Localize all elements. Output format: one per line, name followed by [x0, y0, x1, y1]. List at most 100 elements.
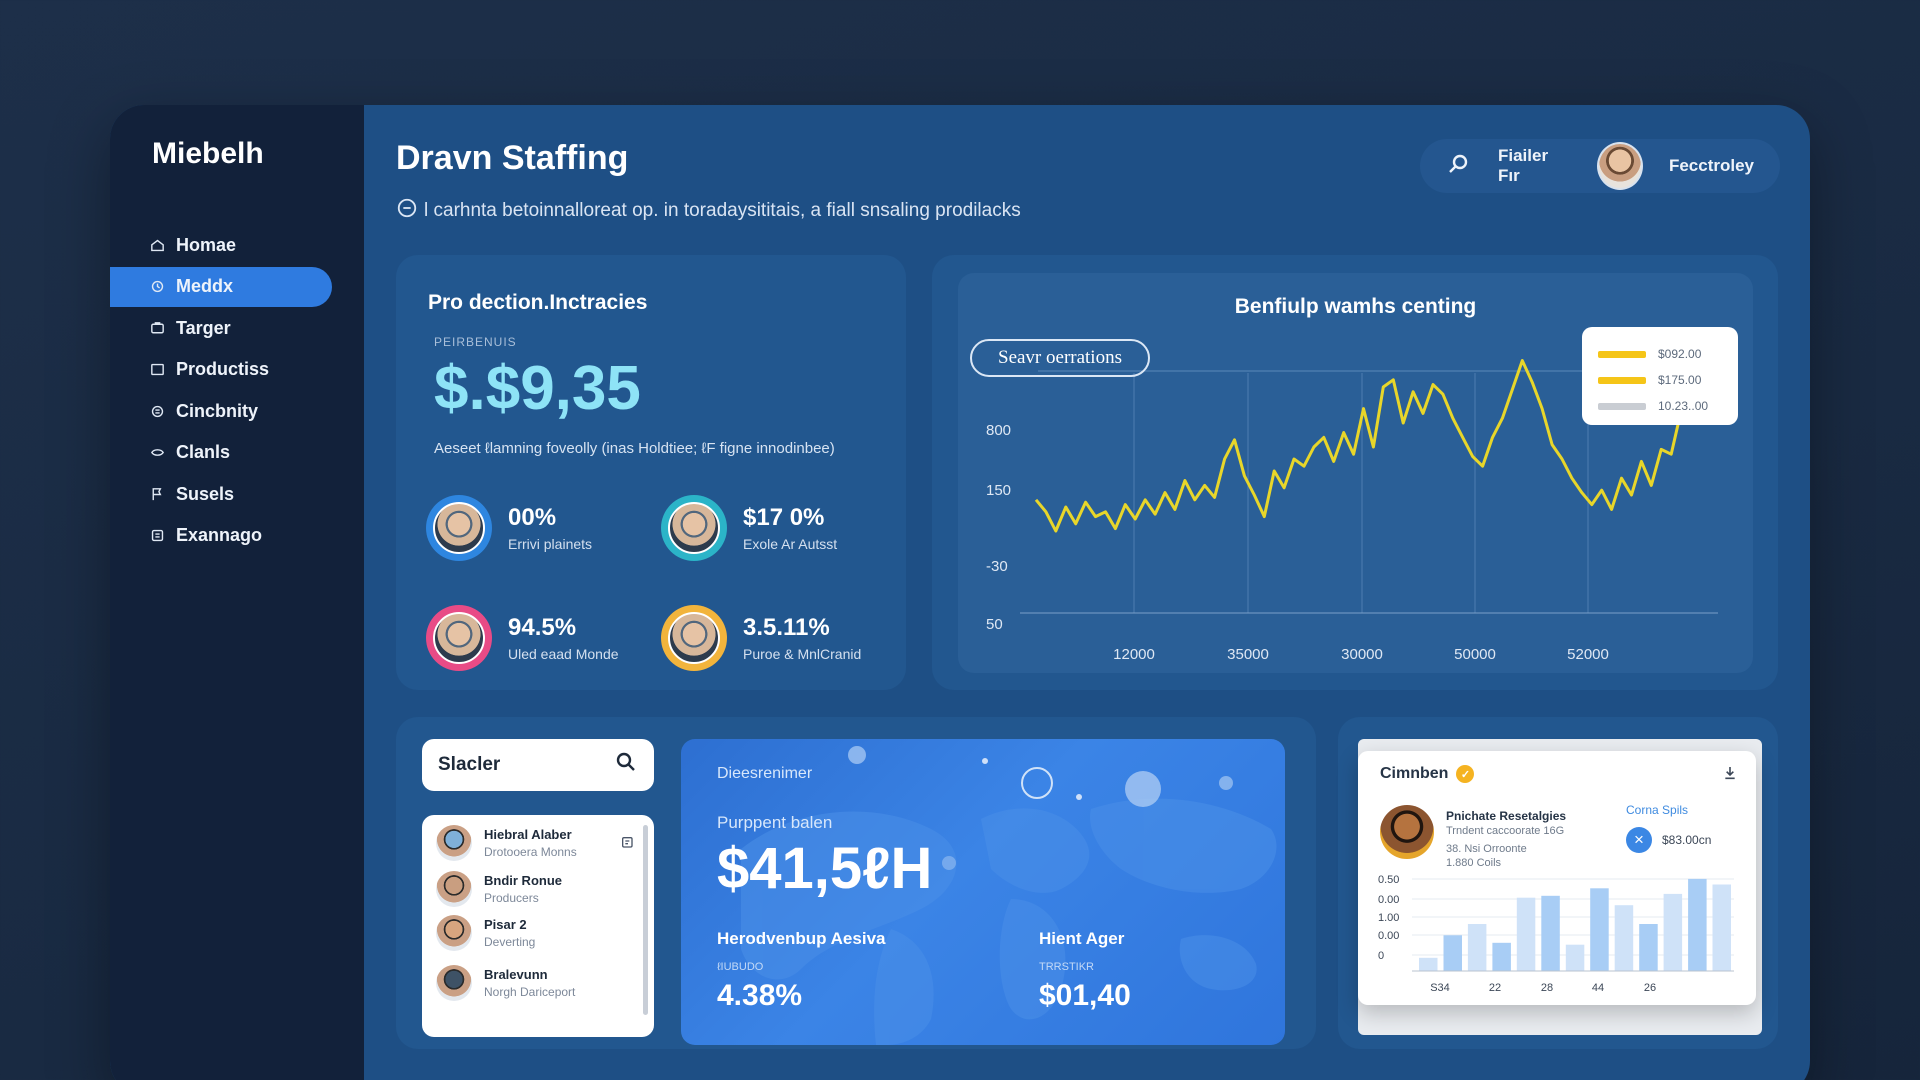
media-icon	[148, 278, 166, 296]
bar-y-tick-label: 1.00	[1378, 912, 1399, 924]
sidebar-item-4[interactable]: Productiss	[110, 350, 332, 390]
directory-search[interactable]: Slacler	[422, 739, 654, 791]
overview-value: $41,5ℓH	[717, 836, 933, 901]
sidebar-item-label: Clanls	[176, 442, 231, 462]
page-title: Dravn Staffing	[396, 139, 629, 177]
sidebar-item-label: Susels	[176, 483, 235, 504]
sidebar-item-label: Productiss	[176, 359, 270, 379]
exchange-icon	[148, 527, 166, 545]
legend-row: 10.23..00	[1598, 393, 1722, 419]
production-title: Pro dection.Inctracies	[428, 291, 648, 314]
list-item[interactable]: Bndir Ronue Producers	[436, 871, 640, 907]
bar-y-tick-label: 0.00	[1378, 930, 1399, 942]
person-avatar	[436, 825, 472, 861]
stat-avatar-ring	[426, 605, 492, 671]
chart-legend: $092.00 $175.00 10.23..00	[1582, 327, 1738, 425]
person-name: Hiebral Alaber	[484, 827, 572, 842]
bar-x-tick-label: 44	[1592, 982, 1604, 994]
list-scrollbar[interactable]	[643, 825, 648, 1015]
x-tick-label: 30000	[1341, 646, 1383, 663]
sidebar-item-1[interactable]: Homae	[110, 225, 332, 265]
bar	[1688, 878, 1707, 971]
comment-card-wrap: Cimnben ✓ Pnichate Resetalgies Trndent c…	[1338, 717, 1778, 1049]
bar	[1516, 897, 1536, 971]
sidebar-item-7[interactable]: Susels	[110, 474, 332, 514]
legend-swatch	[1598, 350, 1646, 358]
stat-avatar	[433, 612, 485, 664]
search-icon[interactable]	[614, 750, 638, 780]
bar-x-tick-label: 26	[1644, 982, 1656, 994]
stat-item: 00% Errivi plainets	[426, 495, 592, 561]
sidebar-nav: Homae Meddx Targer Productiss Cincbnity Clanl…	[110, 225, 364, 557]
bar-y-tick-label: 0.50	[1378, 874, 1399, 886]
overview-left-mini: ℓIUBUDO	[717, 961, 764, 973]
production-description: Aeseet ℓlamning foveolly (inas Holdtiee;…	[434, 440, 835, 457]
list-item[interactable]: Bralevunn Norgh Dariceport	[436, 965, 640, 1001]
stat-item: $17 0% Exole Ar Autsst	[661, 495, 837, 561]
page-subtitle: l carhnta betoinnalloreat op. in toraday…	[396, 197, 1021, 225]
x-tick-label: 52000	[1567, 646, 1609, 663]
user-name[interactable]: Fecctroley	[1669, 156, 1754, 176]
sidebar-item-5[interactable]: Cincbnity	[110, 391, 332, 431]
sidebar-item-3[interactable]: Targer	[110, 308, 332, 348]
person-name: Pisar 2	[484, 917, 527, 932]
community-icon	[148, 402, 166, 420]
stat-text: $17 0% Exole Ar Autsst	[743, 504, 837, 552]
trend-chart-panel: 800 150 -30 50 12000 35000 30000 50000 52000 Ben…	[958, 273, 1753, 673]
stat-avatar	[433, 502, 485, 554]
person-avatar	[436, 915, 472, 951]
home-icon	[148, 236, 166, 254]
bar	[1419, 957, 1438, 971]
stat-label: Errivi plainets	[508, 536, 593, 552]
overview-left-title: Herodvenbup Aesiva	[717, 929, 886, 948]
chart-filter-chip[interactable]: Seavr oerrations	[970, 339, 1150, 377]
search-icon[interactable]	[1446, 152, 1470, 181]
sidebar-item-2[interactable]: Meddx	[110, 266, 332, 307]
y-tick-label: 50	[986, 616, 1003, 633]
bar	[1443, 935, 1462, 971]
bar	[1565, 944, 1585, 971]
x-tick-label: 35000	[1227, 646, 1269, 663]
sidebar-item-label: Exannago	[176, 525, 263, 545]
filter-button[interactable]: Fiailer Fır	[1498, 146, 1571, 186]
sidebar-item-label: Cincbnity	[176, 400, 259, 421]
stat-text: 94.5% Uled eaad Monde	[508, 614, 619, 662]
person-role: Norgh Dariceport	[484, 985, 576, 999]
stat-value: 94.5%	[508, 614, 577, 641]
y-tick-label: 800	[986, 422, 1011, 439]
bar	[1492, 942, 1511, 971]
stat-avatar-ring	[426, 495, 492, 561]
person-role: Deverting	[484, 935, 536, 949]
person-name: Bralevunn	[484, 967, 548, 982]
bar-x-tick-label: 28	[1541, 982, 1553, 994]
person-text: Pisar 2 Deverting	[484, 917, 535, 949]
overview-right-value: $01,40	[1039, 979, 1131, 1012]
flag-icon	[148, 485, 166, 503]
person-name: Bndir Ronue	[484, 873, 562, 888]
user-avatar[interactable]	[1596, 142, 1643, 190]
product-icon	[148, 361, 166, 379]
bar	[1614, 905, 1634, 971]
legend-swatch	[1598, 376, 1646, 384]
page-subtitle-text: l carhnta betoinnalloreat op. in toraday…	[424, 200, 1021, 221]
stat-item: 3.5.11% Puroe & MnlCranid	[661, 605, 861, 671]
bar-y-tick-label: 0	[1378, 950, 1384, 962]
stat-label: Exole Ar Autsst	[743, 536, 838, 552]
sidebar-item-8[interactable]: Exannago	[110, 516, 332, 556]
production-kicker: PEIRBENUIS	[434, 335, 517, 349]
message-icon[interactable]	[620, 835, 636, 856]
sidebar-item-6[interactable]: Clanls	[110, 433, 332, 473]
people-list[interactable]: Hiebral Alaber Drotooera Monns Bndir Ronue…	[422, 815, 654, 1037]
stat-value: 3.5.11%	[743, 614, 830, 641]
brand-logo[interactable]: Miebelh	[152, 137, 264, 171]
sidebar-item-label: Homae	[176, 234, 237, 255]
overview-left-value: 4.38%	[717, 979, 803, 1012]
bar	[1712, 884, 1731, 971]
stat-text: 00% Errivi plainets	[508, 504, 592, 552]
person-text: Bralevunn Norgh Dariceport	[484, 967, 575, 999]
bar-x-tick-label: S34	[1430, 982, 1450, 994]
list-item[interactable]: Pisar 2 Deverting	[436, 915, 640, 951]
bar	[1541, 895, 1560, 971]
person-role: Producers	[484, 891, 539, 905]
list-item[interactable]: Hiebral Alaber Drotooera Monns	[436, 825, 640, 861]
